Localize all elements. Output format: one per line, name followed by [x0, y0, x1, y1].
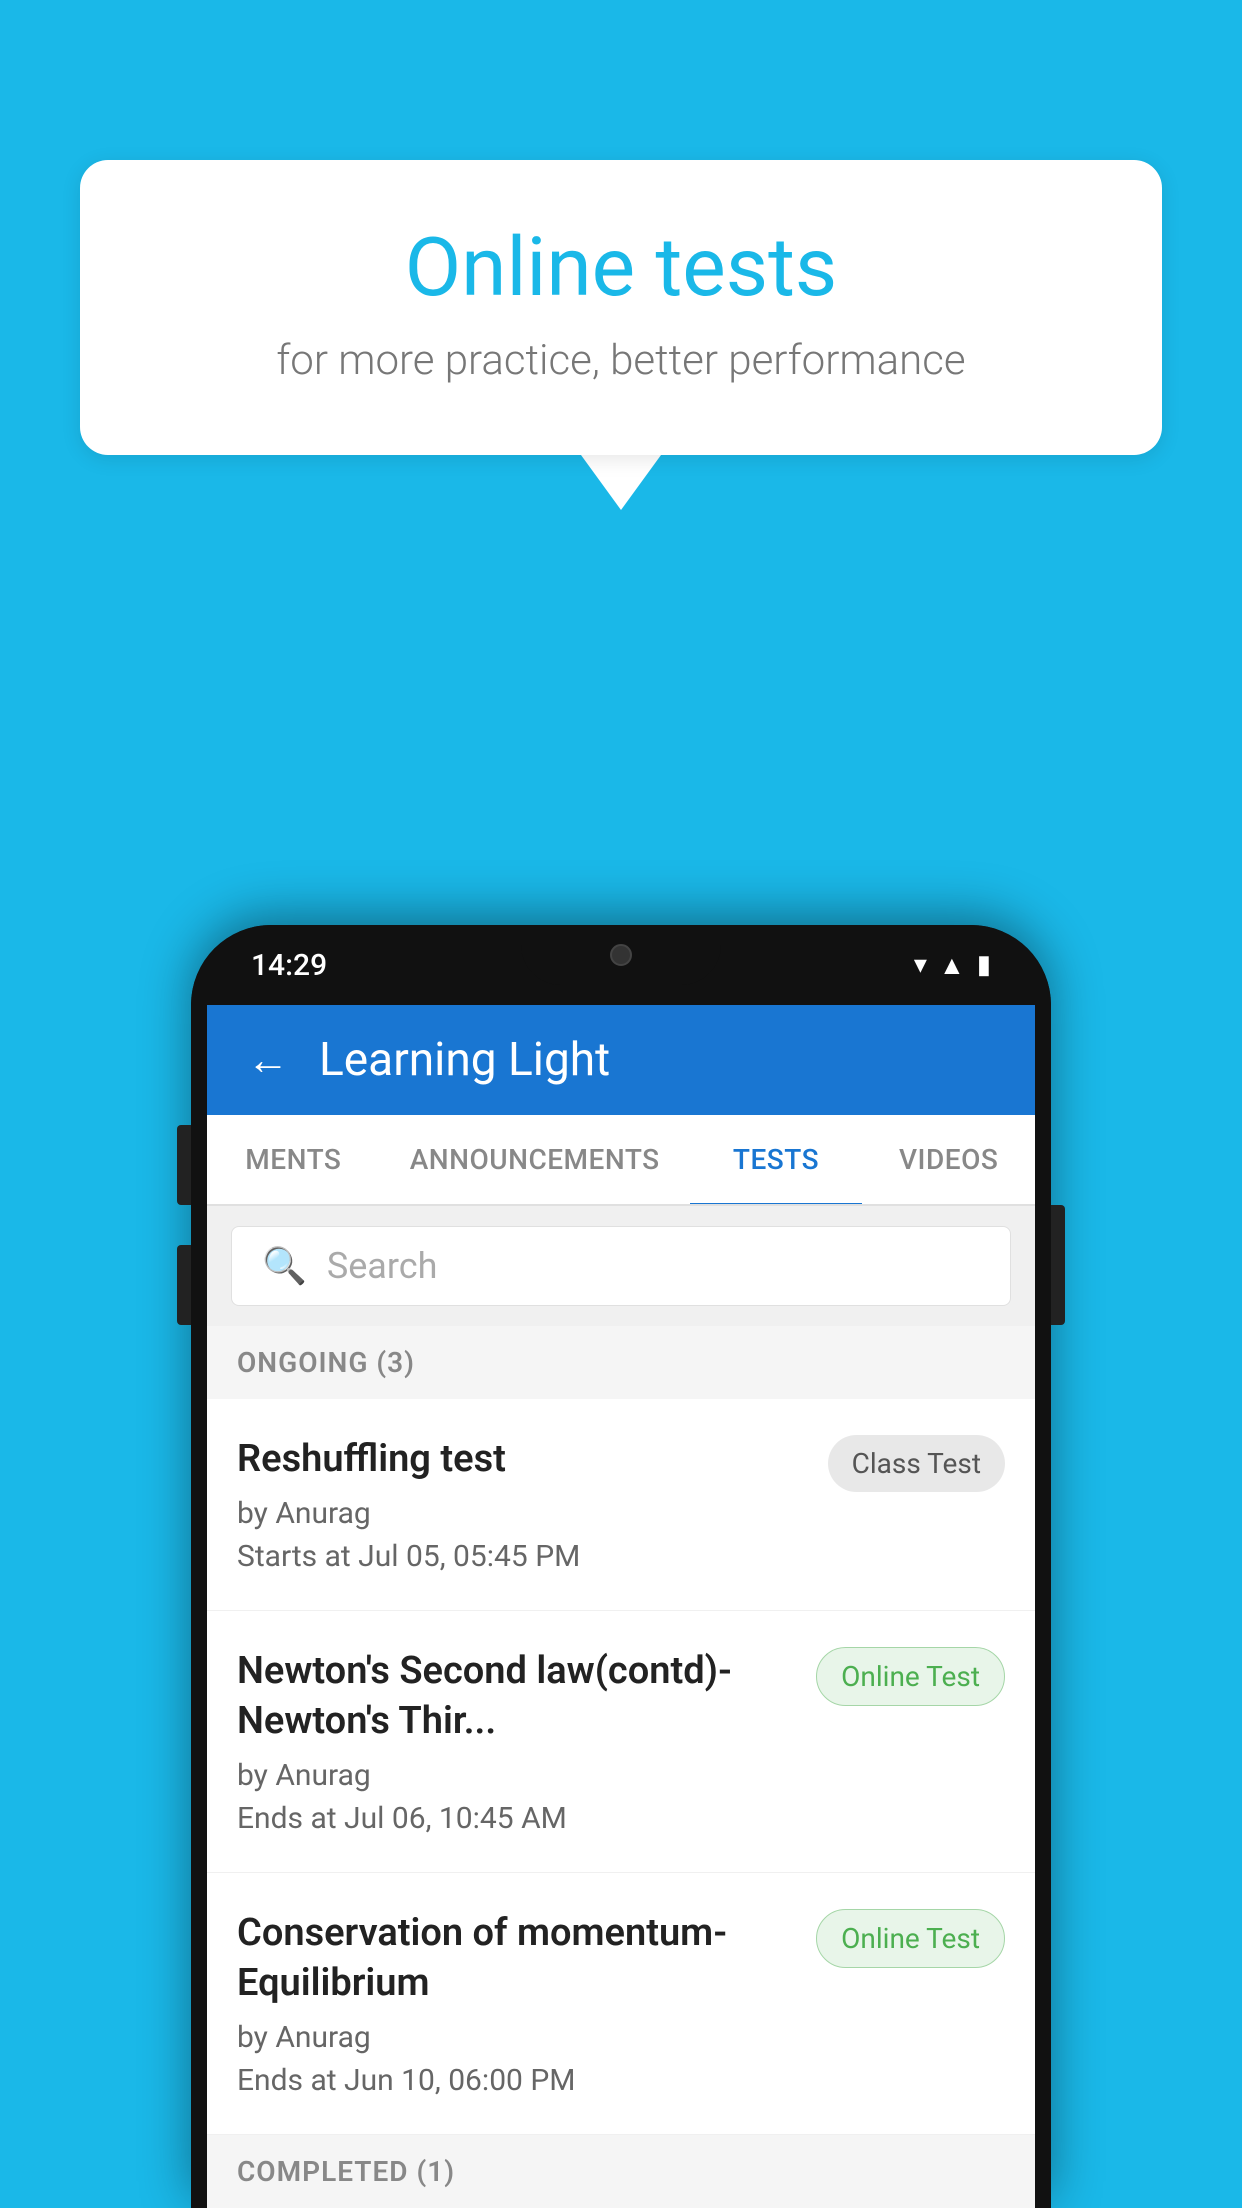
wifi-icon: ▾ [914, 950, 927, 980]
power-button [1051, 1205, 1065, 1325]
phone-device: 14:29 ▾ ▲ ▮ ← Learning Light MENTS ANNOU… [191, 925, 1051, 2208]
test-list: Reshuffling test by Anurag Starts at Jul… [207, 1399, 1035, 2135]
test-author: by Anurag [237, 2020, 796, 2055]
speech-bubble-title: Online tests [160, 220, 1082, 316]
test-badge-online: Online Test [816, 1647, 1005, 1706]
app-title: Learning Light [319, 1033, 610, 1087]
search-box[interactable]: 🔍 Search [231, 1226, 1011, 1306]
phone-screen: ← Learning Light MENTS ANNOUNCEMENTS TES… [207, 1005, 1035, 2208]
tab-tests[interactable]: TESTS [690, 1115, 863, 1204]
test-name: Conservation of momentum-Equilibrium [237, 1909, 796, 2008]
speech-bubble-arrow [581, 455, 661, 510]
test-name: Newton's Second law(contd)-Newton's Thir… [237, 1647, 796, 1746]
back-button[interactable]: ← [247, 1036, 289, 1085]
test-item-content: Conservation of momentum-Equilibrium by … [237, 1909, 816, 2098]
volume-up-button [177, 1125, 191, 1205]
status-icons: ▾ ▲ ▮ [914, 950, 991, 981]
phone-notch [521, 925, 721, 985]
test-item[interactable]: Newton's Second law(contd)-Newton's Thir… [207, 1611, 1035, 1873]
test-date: Starts at Jul 05, 05:45 PM [237, 1539, 808, 1574]
phone-time: 14:29 [251, 948, 327, 983]
tab-assignments[interactable]: MENTS [207, 1115, 380, 1204]
tab-announcements[interactable]: ANNOUNCEMENTS [380, 1115, 690, 1204]
volume-down-button [177, 1245, 191, 1325]
ongoing-section-header: ONGOING (3) [207, 1326, 1035, 1399]
app-header: ← Learning Light [207, 1005, 1035, 1115]
test-item[interactable]: Reshuffling test by Anurag Starts at Jul… [207, 1399, 1035, 1611]
test-date: Ends at Jun 10, 06:00 PM [237, 2063, 796, 2098]
test-author: by Anurag [237, 1496, 808, 1531]
test-author: by Anurag [237, 1758, 796, 1793]
speech-bubble-container: Online tests for more practice, better p… [80, 160, 1162, 510]
phone-status-bar: 14:29 ▾ ▲ ▮ [191, 925, 1051, 1005]
tab-videos[interactable]: VIDEOS [862, 1115, 1035, 1204]
speech-bubble-subtitle: for more practice, better performance [160, 336, 1082, 385]
test-date: Ends at Jul 06, 10:45 AM [237, 1801, 796, 1836]
test-item[interactable]: Conservation of momentum-Equilibrium by … [207, 1873, 1035, 2135]
speech-bubble: Online tests for more practice, better p… [80, 160, 1162, 455]
test-badge-class: Class Test [828, 1435, 1005, 1492]
test-badge-online-2: Online Test [816, 1909, 1005, 1968]
search-icon: 🔍 [262, 1245, 307, 1287]
phone-wrapper: 14:29 ▾ ▲ ▮ ← Learning Light MENTS ANNOU… [191, 925, 1051, 2208]
completed-section-header: COMPLETED (1) [207, 2135, 1035, 2208]
search-container: 🔍 Search [207, 1206, 1035, 1326]
front-camera [610, 944, 632, 966]
signal-icon: ▲ [939, 950, 965, 981]
battery-icon: ▮ [977, 950, 991, 980]
tabs-container: MENTS ANNOUNCEMENTS TESTS VIDEOS [207, 1115, 1035, 1206]
search-placeholder: Search [327, 1245, 438, 1287]
test-name: Reshuffling test [237, 1435, 808, 1484]
test-item-content: Reshuffling test by Anurag Starts at Jul… [237, 1435, 828, 1574]
test-item-content: Newton's Second law(contd)-Newton's Thir… [237, 1647, 816, 1836]
